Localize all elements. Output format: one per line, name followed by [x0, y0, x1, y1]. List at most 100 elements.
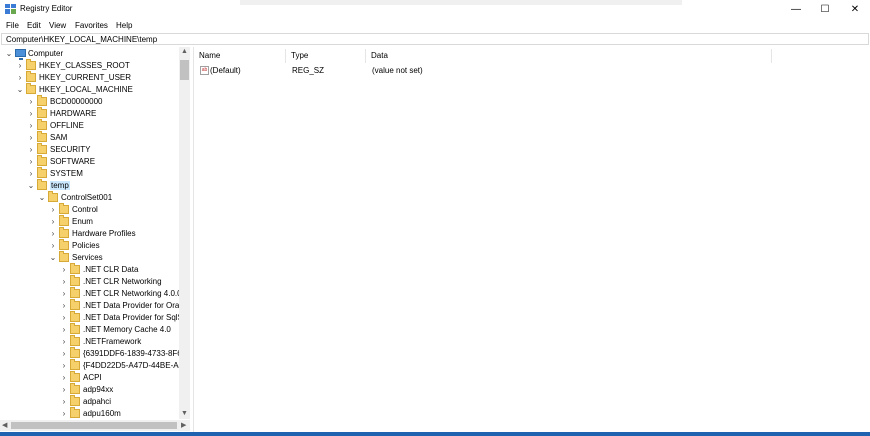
tree-item-label[interactable]: temp	[50, 181, 70, 190]
tree-item-label[interactable]: .NETFramework	[83, 337, 141, 346]
tree-item[interactable]: › .NET Memory Cache 4.0	[0, 323, 178, 336]
tree-item[interactable]: ⌄ temp	[0, 179, 178, 192]
chevron-right-icon[interactable]: ›	[49, 218, 57, 226]
tree-item-label[interactable]: Policies	[72, 241, 100, 250]
tree-item-label[interactable]: SYSTEM	[50, 169, 83, 178]
tree-item[interactable]: › .NET Data Provider for SqlS	[0, 311, 183, 324]
tree-item-label[interactable]: SAM	[50, 133, 67, 142]
tree-item-label[interactable]: adpu160m	[83, 409, 121, 418]
tree-item[interactable]: › OFFLINE	[0, 119, 178, 132]
menu-file[interactable]: File	[6, 21, 19, 30]
tree-horizontal-scroll-thumb[interactable]	[11, 422, 177, 429]
tree-item[interactable]: ⌄ Services	[0, 251, 178, 264]
tree-item-label[interactable]: HARDWARE	[50, 109, 96, 118]
chevron-right-icon[interactable]: ›	[60, 410, 68, 418]
tree-item-label[interactable]: adpahci	[83, 397, 111, 406]
tree-item[interactable]: › adpu160m	[0, 407, 178, 420]
chevron-right-icon[interactable]: ›	[27, 134, 35, 142]
chevron-right-icon[interactable]: ›	[16, 62, 24, 70]
address-path[interactable]: Computer\HKEY_LOCAL_MACHINE\temp	[6, 35, 157, 44]
tree-item-label[interactable]: .NET CLR Networking	[83, 277, 162, 286]
column-header-name[interactable]: Name	[194, 49, 286, 63]
tree-item[interactable]: ⌄ HKEY_LOCAL_MACHINE	[0, 83, 178, 96]
tree-item[interactable]: › HARDWARE	[0, 107, 178, 120]
tree-item[interactable]: › .NET Data Provider for Orac	[0, 299, 183, 312]
chevron-right-icon[interactable]: ›	[16, 74, 24, 82]
tree-item[interactable]: › .NET CLR Networking 4.0.0.	[0, 287, 184, 300]
tree-item-label[interactable]: Control	[72, 205, 98, 214]
tree-item-label[interactable]: .NET Memory Cache 4.0	[83, 325, 171, 334]
tree-item[interactable]: › Hardware Profiles	[0, 227, 178, 240]
key-tree[interactable]: ⌄ Computer › HKEY_CLASSES_ROOT › HKEY_CURRENT…	[0, 47, 190, 432]
chevron-right-icon[interactable]: ›	[60, 338, 68, 346]
menu-edit[interactable]: Edit	[27, 21, 41, 30]
chevron-down-icon[interactable]: ⌄	[38, 194, 46, 202]
chevron-right-icon[interactable]: ›	[60, 362, 68, 370]
tree-item[interactable]: › SECURITY	[0, 143, 178, 156]
tree-item-label[interactable]: .NET Data Provider for Orac	[83, 301, 183, 310]
menu-help[interactable]: Help	[116, 21, 132, 30]
chevron-right-icon[interactable]: ›	[60, 386, 68, 394]
tree-item-label[interactable]: Services	[72, 253, 103, 262]
tree-item[interactable]: › .NETFramework	[0, 335, 178, 348]
tree-vertical-scroll-thumb[interactable]	[180, 60, 189, 80]
chevron-down-icon[interactable]: ⌄	[27, 182, 35, 190]
chevron-right-icon[interactable]: ›	[60, 350, 68, 358]
values-list[interactable]: Name Type Data ab (Default) REG_SZ (valu…	[194, 47, 870, 432]
tree-item-label[interactable]: {6391DDF6-1839-4733-8F6E	[83, 349, 187, 358]
tree-item-label[interactable]: Enum	[72, 217, 93, 226]
chevron-right-icon[interactable]: ›	[49, 242, 57, 250]
close-button[interactable]: ✕	[840, 0, 870, 18]
tree-item-label[interactable]: HKEY_CURRENT_USER	[39, 73, 131, 82]
tree-item-label[interactable]: .NET Data Provider for SqlS	[83, 313, 183, 322]
tree-item[interactable]: › {6391DDF6-1839-4733-8F6E	[0, 347, 187, 360]
tree-item-label[interactable]: .NET CLR Data	[83, 265, 138, 274]
chevron-right-icon[interactable]: ›	[27, 98, 35, 106]
chevron-right-icon[interactable]: ›	[27, 158, 35, 166]
chevron-right-icon[interactable]: ›	[49, 230, 57, 238]
tree-item-label[interactable]: SECURITY	[50, 145, 90, 154]
scroll-up-arrow-icon[interactable]: ▲	[181, 48, 188, 55]
chevron-down-icon[interactable]: ⌄	[49, 254, 57, 262]
chevron-right-icon[interactable]: ›	[60, 398, 68, 406]
tree-item-label[interactable]: BCD00000000	[50, 97, 102, 106]
tree-item[interactable]: › BCD00000000	[0, 95, 178, 108]
tree-item-label[interactable]: .NET CLR Networking 4.0.0.	[83, 289, 184, 298]
chevron-right-icon[interactable]: ›	[27, 146, 35, 154]
tree-item[interactable]: › ACPI	[0, 371, 178, 384]
minimize-button[interactable]: —	[781, 0, 811, 18]
tree-item[interactable]: › adp94xx	[0, 383, 178, 396]
tree-item-label[interactable]: OFFLINE	[50, 121, 84, 130]
chevron-right-icon[interactable]: ›	[60, 314, 68, 322]
scroll-left-arrow-icon[interactable]: ◀	[2, 421, 7, 429]
chevron-right-icon[interactable]: ›	[60, 290, 68, 298]
tree-item-label[interactable]: {F4DD22D5-A47D-44BE-A47	[83, 361, 188, 370]
chevron-down-icon[interactable]: ⌄	[5, 50, 13, 58]
tree-item-label[interactable]: Computer	[28, 49, 63, 58]
tree-item-label[interactable]: HKEY_CLASSES_ROOT	[39, 61, 130, 70]
tree-item-label[interactable]: adp94xx	[83, 385, 113, 394]
chevron-right-icon[interactable]: ›	[27, 170, 35, 178]
tree-item[interactable]: › .NET CLR Networking	[0, 275, 178, 288]
chevron-right-icon[interactable]: ›	[60, 374, 68, 382]
chevron-right-icon[interactable]: ›	[60, 278, 68, 286]
tree-item[interactable]: › Policies	[0, 239, 178, 252]
tree-item-label[interactable]: HKEY_LOCAL_MACHINE	[39, 85, 133, 94]
tree-item[interactable]: › SYSTEM	[0, 167, 178, 180]
value-name[interactable]: (Default)	[210, 66, 241, 75]
tree-item[interactable]: › .NET CLR Data	[0, 263, 178, 276]
chevron-right-icon[interactable]: ›	[27, 122, 35, 130]
tree-item[interactable]: › Enum	[0, 215, 178, 228]
tree-item[interactable]: ⌄ ControlSet001	[0, 191, 178, 204]
chevron-right-icon[interactable]: ›	[60, 302, 68, 310]
chevron-right-icon[interactable]: ›	[60, 266, 68, 274]
chevron-right-icon[interactable]: ›	[49, 206, 57, 214]
tree-item[interactable]: › Control	[0, 203, 178, 216]
address-bar[interactable]: Computer\HKEY_LOCAL_MACHINE\temp	[1, 33, 869, 45]
column-header-data[interactable]: Data	[366, 49, 772, 63]
tree-item[interactable]: › adpahci	[0, 395, 178, 408]
tree-vertical-scrollbar[interactable]	[179, 47, 190, 419]
tree-item-label[interactable]: Hardware Profiles	[72, 229, 136, 238]
scroll-down-arrow-icon[interactable]: ▼	[181, 410, 188, 417]
tree-item[interactable]: › {F4DD22D5-A47D-44BE-A47	[0, 359, 188, 372]
